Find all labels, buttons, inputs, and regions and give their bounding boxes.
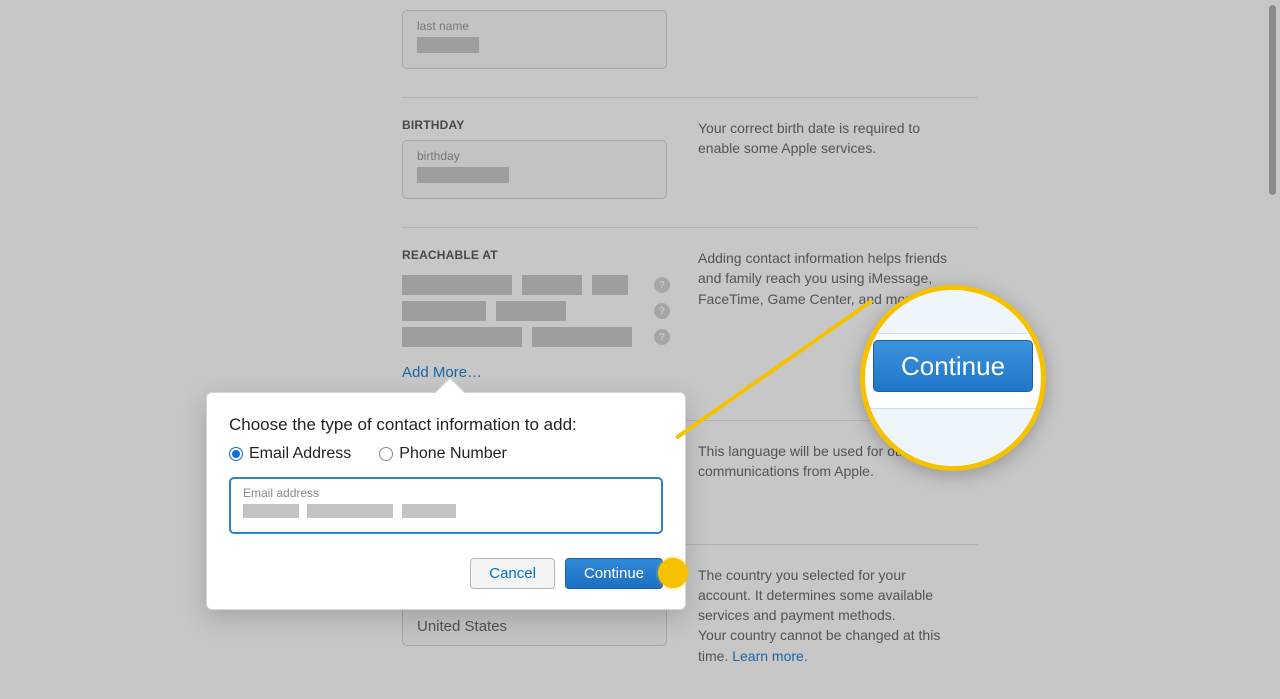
- radio-phone-label: Phone Number: [399, 445, 507, 463]
- cancel-button[interactable]: Cancel: [470, 558, 555, 589]
- email-input[interactable]: Email address: [229, 477, 663, 534]
- popover-title: Choose the type of contact information t…: [229, 415, 663, 435]
- add-contact-popover: Choose the type of contact information t…: [206, 392, 686, 610]
- radio-icon: [229, 447, 243, 461]
- radio-icon: [379, 447, 393, 461]
- magnified-continue-button: Continue: [873, 340, 1033, 392]
- radio-email[interactable]: Email Address: [229, 445, 351, 463]
- continue-button[interactable]: Continue: [565, 558, 663, 589]
- radio-phone[interactable]: Phone Number: [379, 445, 507, 463]
- radio-email-label: Email Address: [249, 445, 351, 463]
- email-field-label: Email address: [243, 486, 649, 500]
- magnifier-callout: Continue: [860, 285, 1046, 471]
- callout-dot: [658, 558, 688, 588]
